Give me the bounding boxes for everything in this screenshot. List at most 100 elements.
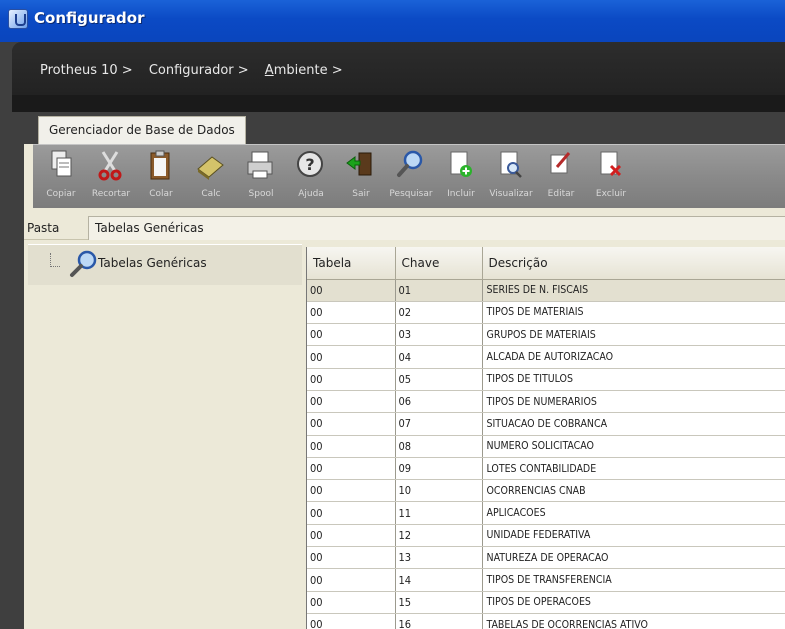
cell-tabela[interactable]: 00	[307, 345, 396, 369]
cell-descricao[interactable]: TIPOS DE TITULOS	[482, 368, 785, 391]
grid-header-row: Tabela Chave Descrição	[307, 247, 785, 280]
cell-chave[interactable]: 15	[395, 591, 483, 614]
cell-tabela[interactable]: 00	[307, 279, 396, 302]
search-magnifier-icon	[397, 150, 423, 177]
cell-chave[interactable]: 11	[395, 501, 483, 525]
cell-tabela[interactable]: 00	[307, 479, 396, 503]
svg-text:?: ?	[305, 155, 314, 174]
cell-descricao[interactable]: TIPOS DE TRANSFERENCIA	[482, 568, 785, 592]
cell-chave[interactable]: 04	[395, 345, 483, 369]
table-row[interactable]: 00 10 OCORRENCIAS CNAB	[307, 479, 785, 503]
table-row[interactable]: 00 03 GRUPOS DE MATERIAIS	[307, 323, 785, 347]
clipboard-icon	[150, 150, 170, 180]
cell-tabela[interactable]: 00	[307, 591, 396, 614]
cell-tabela[interactable]: 00	[307, 501, 396, 525]
table-row[interactable]: 00 14 TIPOS DE TRANSFERENCIA	[307, 568, 785, 592]
table-row[interactable]: 00 07 SITUACAO DE COBRANCA	[307, 412, 785, 436]
breadcrumb-protheus[interactable]: Protheus 10 >	[40, 63, 133, 78]
cell-chave[interactable]: 01	[395, 279, 483, 302]
table-row[interactable]: 00 11 APLICACOES	[307, 501, 785, 525]
cell-tabela[interactable]: 00	[307, 435, 396, 458]
cell-chave[interactable]: 14	[395, 568, 483, 592]
tree-node-tabelas-genericas[interactable]: Tabelas Genéricas	[28, 245, 302, 285]
cell-descricao[interactable]: TIPOS DE OPERACOES	[482, 591, 785, 614]
cell-chave[interactable]: 16	[395, 613, 483, 629]
cell-tabela[interactable]: 00	[307, 546, 396, 570]
cell-tabela[interactable]: 00	[307, 524, 396, 548]
cell-descricao[interactable]: ALCADA DE AUTORIZACAO	[482, 345, 785, 369]
cell-tabela[interactable]: 00	[307, 457, 396, 481]
table-row[interactable]: 00 16 TABELAS DE OCORRENCIAS ATIVO	[307, 613, 785, 629]
column-header-chave[interactable]: Chave	[395, 247, 483, 280]
cell-descricao[interactable]: TIPOS DE MATERIAIS	[482, 301, 785, 325]
data-grid: Tabela Chave Descrição 00 01 SERIES DE N. …	[306, 247, 785, 629]
protheus-app-icon[interactable]	[8, 9, 28, 29]
cell-descricao[interactable]: APLICACOES	[482, 501, 785, 525]
cell-descricao[interactable]: NATUREZA DE OPERACAO	[482, 546, 785, 570]
breadcrumb-ambiente[interactable]: Ambiente >	[265, 63, 343, 78]
title-bar: Configurador	[0, 0, 785, 42]
table-row[interactable]: 00 06 TIPOS DE NUMERARIOS	[307, 390, 785, 414]
cell-descricao[interactable]: GRUPOS DE MATERIAIS	[482, 323, 785, 347]
cell-chave[interactable]: 05	[395, 368, 483, 391]
table-row[interactable]: 00 12 UNIDADE FEDERATIVA	[307, 524, 785, 548]
delete-label: Excluir	[595, 189, 627, 199]
tree-node-label: Tabelas Genéricas	[98, 256, 207, 270]
help-icon: ?	[297, 151, 323, 177]
cell-tabela[interactable]: 00	[307, 568, 396, 592]
toolbar: Copiar Recortar Colar Calc Spool ? Ajuda…	[33, 144, 785, 208]
cell-descricao[interactable]: TABELAS DE OCORRENCIAS ATIVO	[482, 613, 785, 629]
cell-tabela[interactable]: 00	[307, 323, 396, 347]
cell-tabela[interactable]: 00	[307, 412, 396, 436]
cell-chave[interactable]: 09	[395, 457, 483, 481]
cell-chave[interactable]: 13	[395, 546, 483, 570]
cell-descricao[interactable]: UNIDADE FEDERATIVA	[482, 524, 785, 548]
cell-descricao[interactable]: NUMERO SOLICITACAO	[482, 435, 785, 458]
cell-descricao[interactable]: OCORRENCIAS CNAB	[482, 479, 785, 503]
cell-chave[interactable]: 10	[395, 479, 483, 503]
cell-descricao[interactable]: SITUACAO DE COBRANCA	[482, 412, 785, 436]
cell-descricao[interactable]: LOTES CONTABILIDADE	[482, 457, 785, 481]
exit-door-icon	[346, 152, 372, 176]
column-header-tabela[interactable]: Tabela	[307, 247, 396, 280]
cell-chave[interactable]: 02	[395, 301, 483, 325]
cell-descricao[interactable]: SERIES DE N. FISCAIS	[482, 279, 785, 302]
table-row[interactable]: 00 01 SERIES DE N. FISCAIS	[307, 279, 785, 302]
cell-tabela[interactable]: 00	[307, 301, 396, 325]
edit-pencil-icon	[550, 152, 571, 174]
delete-document-icon	[600, 151, 622, 177]
breadcrumb-configurador[interactable]: Configurador >	[149, 63, 249, 78]
table-row[interactable]: 00 13 NATUREZA DE OPERACAO	[307, 546, 785, 570]
cell-chave[interactable]: 03	[395, 323, 483, 347]
window-title: Configurador	[34, 9, 145, 27]
cell-tabela[interactable]: 00	[307, 613, 396, 629]
table-row[interactable]: 00 15 TIPOS DE OPERACOES	[307, 591, 785, 614]
cell-chave[interactable]: 12	[395, 524, 483, 548]
table-row[interactable]: 00 04 ALCADA DE AUTORIZACAO	[307, 345, 785, 369]
delete-button[interactable]: Excluir	[585, 149, 637, 207]
cell-tabela[interactable]: 00	[307, 368, 396, 391]
cell-chave[interactable]: 08	[395, 435, 483, 458]
generic-tables-grid: Tabela Chave Descrição 00 01 SERIES DE N. …	[307, 247, 785, 629]
table-row[interactable]: 00 02 TIPOS DE MATERIAIS	[307, 301, 785, 325]
column-header-descricao[interactable]: Descrição	[482, 247, 785, 280]
tab-gerenciador-base-dados[interactable]: Gerenciador de Base de Dados	[38, 116, 246, 144]
tab-strip: Gerenciador de Base de Dados	[24, 112, 785, 144]
cell-tabela[interactable]: 00	[307, 390, 396, 414]
cell-descricao[interactable]: TIPOS DE NUMERARIOS	[482, 390, 785, 414]
pasta-label: Pasta	[27, 221, 60, 235]
cell-chave[interactable]: 06	[395, 390, 483, 414]
scissors-icon	[98, 151, 122, 181]
copy-icon	[51, 150, 72, 177]
tab-tabelas-genericas[interactable]: Tabelas Genéricas	[88, 216, 785, 240]
add-document-icon	[450, 151, 472, 177]
view-document-icon	[500, 151, 522, 178]
calculator-icon	[197, 156, 224, 180]
table-row[interactable]: 00 09 LOTES CONTABILIDADE	[307, 457, 785, 481]
table-row[interactable]: 00 05 TIPOS DE TITULOS	[307, 368, 785, 391]
spool-printer-icon	[247, 151, 273, 179]
cell-chave[interactable]: 07	[395, 412, 483, 436]
breadcrumb-bar: Protheus 10 > Configurador > Ambiente >	[12, 42, 785, 112]
breadcrumb: Protheus 10 > Configurador > Ambiente >	[12, 42, 785, 95]
table-row[interactable]: 00 08 NUMERO SOLICITACAO	[307, 435, 785, 458]
